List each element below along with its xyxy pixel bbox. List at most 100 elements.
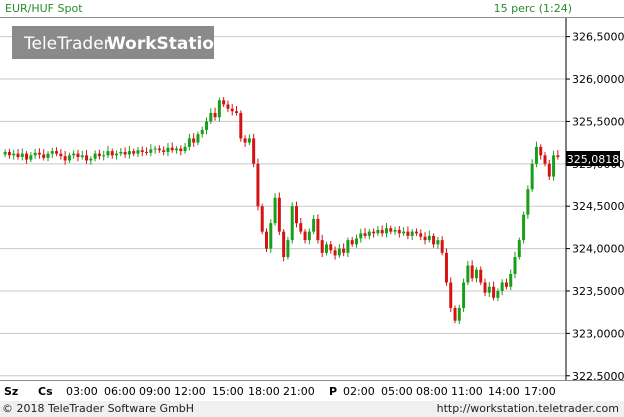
candle-up[interactable]: [526, 189, 530, 215]
candle-down[interactable]: [504, 282, 508, 287]
candle-up[interactable]: [290, 206, 294, 241]
candle-down[interactable]: [419, 233, 423, 237]
candle-up[interactable]: [247, 138, 251, 143]
candle-down[interactable]: [235, 111, 239, 113]
candle-up[interactable]: [273, 197, 277, 224]
candle-down[interactable]: [329, 244, 333, 251]
candle-down[interactable]: [449, 282, 453, 308]
candle-down[interactable]: [556, 155, 560, 158]
candle-up[interactable]: [427, 235, 431, 241]
candle-down[interactable]: [483, 282, 487, 293]
website-link[interactable]: http://workstation.teletrader.com: [437, 402, 619, 415]
candle-down[interactable]: [492, 286, 496, 298]
candle-up[interactable]: [119, 151, 123, 154]
candle-up[interactable]: [410, 231, 414, 236]
price-chart[interactable]: TeleTrader WorkStation 326,5000 326,0000 3…: [0, 18, 624, 383]
candle-up[interactable]: [89, 158, 93, 161]
candle-up[interactable]: [183, 146, 187, 152]
candle-down[interactable]: [414, 231, 418, 234]
candle-down[interactable]: [444, 252, 448, 283]
candle-up[interactable]: [312, 218, 316, 232]
candle-down[interactable]: [260, 206, 264, 232]
candle-up[interactable]: [359, 233, 363, 239]
candle-up[interactable]: [115, 153, 119, 156]
candle-down[interactable]: [316, 218, 320, 241]
candle-up[interactable]: [517, 240, 521, 258]
candle-down[interactable]: [479, 269, 483, 283]
candle-up[interactable]: [337, 248, 341, 256]
candle-down[interactable]: [145, 151, 149, 153]
candle-up[interactable]: [346, 240, 350, 253]
candle-up[interactable]: [93, 153, 97, 159]
chart-area[interactable]: TeleTrader WorkStation 326,5000 326,0000 3…: [0, 18, 624, 383]
candle-up[interactable]: [286, 240, 290, 258]
candle-down[interactable]: [213, 112, 217, 118]
candle-up[interactable]: [20, 153, 24, 158]
candle-down[interactable]: [97, 153, 101, 157]
candle-up[interactable]: [509, 274, 513, 287]
candle-up[interactable]: [196, 134, 200, 143]
candle-up[interactable]: [209, 112, 213, 122]
candle-down[interactable]: [25, 153, 29, 160]
candle-down[interactable]: [76, 153, 80, 158]
candle-down[interactable]: [192, 138, 196, 143]
candle-down[interactable]: [539, 146, 543, 156]
candle-up[interactable]: [217, 100, 221, 118]
candle-down[interactable]: [440, 240, 444, 253]
candle-up[interactable]: [102, 155, 106, 157]
candle-up[interactable]: [402, 231, 406, 234]
candle-down[interactable]: [277, 197, 281, 232]
instrument-title[interactable]: EUR/HUF Spot: [5, 2, 83, 15]
candle-up[interactable]: [136, 150, 140, 154]
candle-down[interactable]: [110, 151, 114, 156]
candle-down[interactable]: [162, 150, 166, 152]
candle-down[interactable]: [123, 151, 127, 155]
candle-down[interactable]: [294, 206, 298, 224]
candle-down[interactable]: [239, 112, 243, 139]
candle-up[interactable]: [474, 269, 478, 279]
candle-up[interactable]: [29, 155, 33, 160]
candle-up[interactable]: [46, 153, 50, 158]
candle-up[interactable]: [106, 151, 110, 156]
candle-down[interactable]: [299, 223, 303, 232]
candle-up[interactable]: [33, 152, 37, 156]
candle-down[interactable]: [423, 236, 427, 241]
candle-down[interactable]: [342, 248, 346, 253]
candle-down[interactable]: [140, 150, 144, 152]
candle-down[interactable]: [372, 231, 376, 234]
candle-down[interactable]: [547, 163, 551, 177]
candle-down[interactable]: [230, 108, 234, 112]
candle-up[interactable]: [153, 148, 157, 150]
candle-down[interactable]: [16, 153, 20, 158]
candle-up[interactable]: [3, 151, 7, 155]
candle-up[interactable]: [436, 240, 440, 245]
candle-up[interactable]: [200, 129, 204, 135]
candle-up[interactable]: [552, 155, 556, 177]
candle-down[interactable]: [303, 231, 307, 241]
candle-down[interactable]: [333, 250, 337, 256]
candle-down[interactable]: [363, 233, 367, 236]
candle-down[interactable]: [7, 151, 11, 156]
candle-down[interactable]: [282, 231, 286, 258]
candle-down[interactable]: [350, 240, 354, 245]
candle-down[interactable]: [320, 240, 324, 253]
candle-down[interactable]: [389, 228, 393, 232]
candle-down[interactable]: [37, 152, 41, 155]
candle-up[interactable]: [367, 231, 371, 236]
candle-down[interactable]: [55, 151, 59, 154]
candle-down[interactable]: [406, 231, 410, 236]
candle-down[interactable]: [256, 163, 260, 207]
candle-up[interactable]: [149, 149, 153, 153]
candle-up[interactable]: [376, 229, 380, 234]
candle-up[interactable]: [127, 151, 131, 155]
candle-down[interactable]: [453, 307, 457, 321]
candle-up[interactable]: [354, 238, 358, 245]
candle-up[interactable]: [522, 214, 526, 241]
candle-up[interactable]: [175, 148, 179, 151]
candle-up[interactable]: [12, 153, 16, 156]
candle-up[interactable]: [187, 138, 191, 147]
candle-down[interactable]: [380, 229, 384, 234]
candle-down[interactable]: [157, 148, 161, 151]
candle-up[interactable]: [496, 290, 500, 298]
candle-up[interactable]: [384, 228, 388, 234]
